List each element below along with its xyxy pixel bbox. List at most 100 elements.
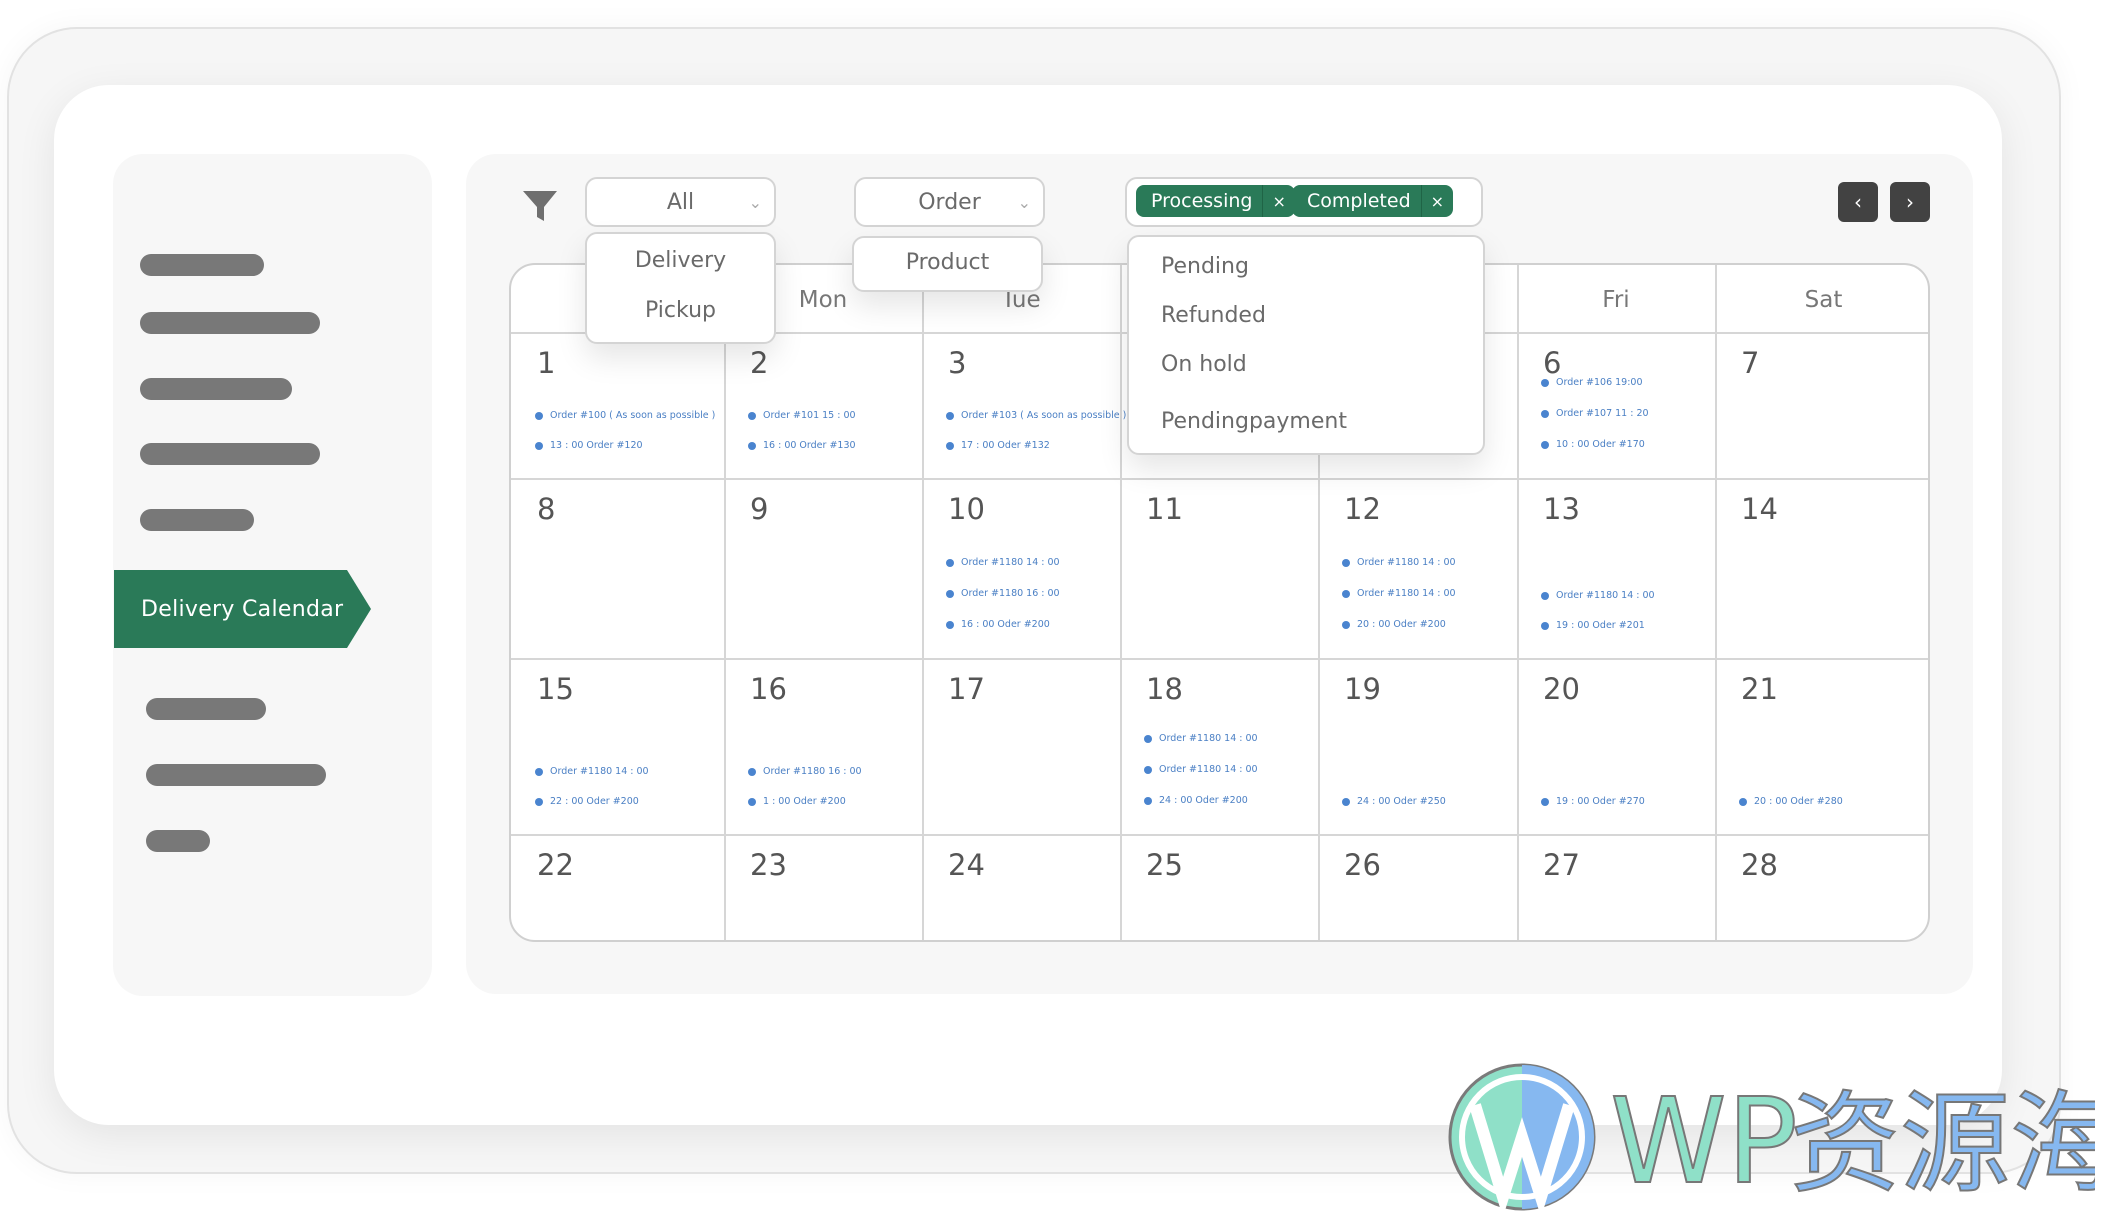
day-cell[interactable]: 25	[1120, 834, 1318, 940]
day-cell[interactable]: 18 Order #1180 14 : 00 Order #1180 14 : 00…	[1120, 658, 1318, 834]
order-entry[interactable]: 20 : 00 Oder #200	[1342, 619, 1446, 630]
day-cell[interactable]: 20 19 : 00 Oder #270	[1517, 658, 1715, 834]
order-entry[interactable]: 19 : 00 Oder #201	[1541, 620, 1645, 631]
order-entry[interactable]: Order #1180 14 : 00	[1342, 588, 1456, 599]
remove-chip-icon[interactable]: ×	[1262, 185, 1294, 217]
order-dot-icon	[1342, 797, 1350, 806]
order-entry[interactable]: 16 : 00 Order #130	[748, 440, 856, 451]
order-label: 17 : 00 Oder #132	[961, 440, 1050, 451]
order-dot-icon	[946, 620, 954, 629]
day-cell[interactable]: 27	[1517, 834, 1715, 940]
sidebar-item-placeholder[interactable]	[146, 698, 266, 720]
sidebar-item-placeholder[interactable]	[140, 509, 254, 531]
order-entry[interactable]: 22 : 00 Oder #200	[535, 796, 639, 807]
sidebar-item-placeholder[interactable]	[140, 312, 320, 334]
day-cell[interactable]: 9	[724, 478, 922, 658]
status-option-pending[interactable]: Pending	[1161, 254, 1249, 279]
day-number: 6	[1543, 346, 1562, 380]
order-entry[interactable]: Order #1180 14 : 00	[1342, 557, 1456, 568]
order-entry[interactable]: Order #103 ( As soon as possible )	[946, 410, 1126, 421]
order-label: 20 : 00 Oder #280	[1754, 796, 1843, 807]
order-entry[interactable]: 1 : 00 Oder #200	[748, 796, 846, 807]
day-cell[interactable]: 22	[511, 834, 724, 940]
order-dot-icon	[1541, 591, 1549, 600]
type-option-delivery[interactable]: Delivery	[587, 248, 774, 273]
order-entry[interactable]: Order #107 11 : 20	[1541, 408, 1649, 419]
category-dropdown-menu: Product	[852, 236, 1043, 292]
day-cell[interactable]: 13 Order #1180 14 : 00 19 : 00 Oder #201	[1517, 478, 1715, 658]
day-cell[interactable]: 26	[1318, 834, 1517, 940]
order-dot-icon	[1541, 378, 1549, 387]
type-option-pickup[interactable]: Pickup	[587, 298, 774, 323]
day-number: 13	[1543, 492, 1580, 526]
order-dot-icon	[946, 558, 954, 567]
prev-month-button[interactable]: ‹	[1838, 182, 1878, 222]
day-cell[interactable]: 8	[511, 478, 724, 658]
day-cell[interactable]: 21 20 : 00 Oder #280	[1715, 658, 1928, 834]
category-option-product[interactable]: Product	[854, 250, 1041, 275]
status-option-refunded[interactable]: Refunded	[1161, 303, 1266, 328]
order-entry[interactable]: 17 : 00 Oder #132	[946, 440, 1050, 451]
order-entry[interactable]: Order #1180 16 : 00	[946, 588, 1060, 599]
day-cell[interactable]: 11	[1120, 478, 1318, 658]
day-cell[interactable]: 7	[1715, 332, 1928, 478]
order-entry[interactable]: 20 : 00 Oder #280	[1739, 796, 1843, 807]
day-number: 16	[750, 672, 787, 706]
sidebar-item-placeholder[interactable]	[146, 764, 326, 786]
day-cell[interactable]: 23	[724, 834, 922, 940]
order-entry[interactable]: 24 : 00 Oder #200	[1144, 795, 1248, 806]
order-entry[interactable]: Order #106 19:00	[1541, 377, 1643, 388]
order-label: Order #1180 14 : 00	[1556, 590, 1655, 601]
order-dot-icon	[1541, 440, 1549, 449]
day-number: 12	[1344, 492, 1381, 526]
status-option-pendingpayment[interactable]: Pendingpayment	[1161, 409, 1347, 434]
order-dot-icon	[535, 441, 543, 450]
sidebar-item-placeholder[interactable]	[140, 443, 320, 465]
order-entry[interactable]: Order #1180 14 : 00	[946, 557, 1060, 568]
filter-funnel-icon[interactable]	[522, 189, 558, 225]
sidebar-item-placeholder[interactable]	[140, 254, 264, 276]
next-month-button[interactable]: ›	[1890, 182, 1930, 222]
day-number: 27	[1543, 848, 1580, 882]
sidebar-item-delivery-calendar[interactable]: Delivery Calendar	[114, 570, 371, 648]
sidebar-item-placeholder[interactable]	[140, 378, 292, 400]
order-entry[interactable]: 24 : 00 Oder #250	[1342, 796, 1446, 807]
order-entry[interactable]: Order #1180 14 : 00	[1541, 590, 1655, 601]
day-cell[interactable]: 24	[922, 834, 1120, 940]
day-cell[interactable]: 16 Order #1180 16 : 00 1 : 00 Oder #200	[724, 658, 922, 834]
order-entry[interactable]: Order #100 ( As soon as possible )	[535, 410, 715, 421]
order-label: Order #103 ( As soon as possible )	[961, 410, 1127, 421]
day-cell[interactable]: 19 24 : 00 Oder #250	[1318, 658, 1517, 834]
order-entry[interactable]: 13 : 00 Order #120	[535, 440, 643, 451]
category-select[interactable]: Order ⌄	[854, 177, 1045, 227]
day-cell[interactable]: 15 Order #1180 14 : 00 22 : 00 Oder #200	[511, 658, 724, 834]
day-cell[interactable]: 2 Order #101 15 : 00 16 : 00 Order #130	[724, 332, 922, 478]
day-cell[interactable]: 10 Order #1180 14 : 00 Order #1180 16 : 00…	[922, 478, 1120, 658]
order-entry[interactable]: Order #1180 14 : 00	[535, 766, 649, 777]
day-number: 10	[948, 492, 985, 526]
remove-chip-icon[interactable]: ×	[1420, 185, 1453, 217]
type-select[interactable]: All ⌄	[585, 177, 776, 227]
sidebar-item-placeholder[interactable]	[146, 830, 210, 852]
order-entry[interactable]: Order #1180 16 : 00	[748, 766, 862, 777]
order-entry[interactable]: 19 : 00 Oder #270	[1541, 796, 1645, 807]
order-dot-icon	[1541, 797, 1549, 806]
day-cell[interactable]: 14	[1715, 478, 1928, 658]
day-cell[interactable]: 12 Order #1180 14 : 00 Order #1180 14 : 00…	[1318, 478, 1517, 658]
order-entry[interactable]: Order #101 15 : 00	[748, 410, 856, 421]
order-entry[interactable]: 10 : 00 Oder #170	[1541, 439, 1645, 450]
day-number: 19	[1344, 672, 1381, 706]
day-cell[interactable]: 6 Order #106 19:00 Order #107 11 : 20 10 : …	[1517, 332, 1715, 478]
day-number: 25	[1146, 848, 1183, 882]
day-cell[interactable]: 28	[1715, 834, 1928, 940]
status-option-on-hold[interactable]: On hold	[1161, 352, 1247, 377]
day-cell[interactable]: 17	[922, 658, 1120, 834]
order-entry[interactable]: 16 : 00 Oder #200	[946, 619, 1050, 630]
order-label: Order #1180 14 : 00	[961, 557, 1060, 568]
order-entry[interactable]: Order #1180 14 : 00	[1144, 733, 1258, 744]
day-cell[interactable]: 1 Order #100 ( As soon as possible ) 13 : …	[511, 332, 724, 478]
order-dot-icon	[748, 411, 756, 420]
order-label: Order #1180 14 : 00	[1357, 588, 1456, 599]
order-entry[interactable]: Order #1180 14 : 00	[1144, 764, 1258, 775]
day-cell[interactable]: 3 Order #103 ( As soon as possible ) 17 : …	[922, 332, 1126, 478]
